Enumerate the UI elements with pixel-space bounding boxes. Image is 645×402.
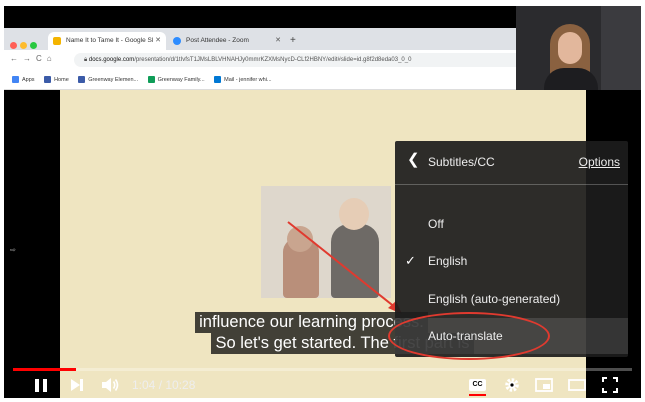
menu-header: ❮ Subtitles/CC Options: [395, 141, 628, 185]
subtitle-option-off[interactable]: Off: [395, 206, 628, 242]
pause-icon[interactable]: [28, 372, 54, 398]
settings-gear-icon[interactable]: [502, 372, 522, 398]
annotation-oval: [388, 312, 550, 360]
options-link[interactable]: Options: [579, 155, 620, 169]
subtitle-option-english-auto[interactable]: English (auto-generated): [395, 281, 628, 317]
video-player[interactable]: Name It to Tame It - Google Sl ✕ Post At…: [4, 6, 641, 398]
cc-active-indicator: [469, 394, 486, 396]
check-icon: ✓: [405, 253, 416, 268]
option-label: English: [428, 254, 468, 268]
next-icon[interactable]: [66, 372, 88, 398]
cc-icon: CC: [469, 379, 486, 391]
fullscreen-icon[interactable]: [599, 372, 621, 398]
progress-fill: [13, 368, 77, 371]
miniplayer-icon[interactable]: [533, 372, 555, 398]
option-label: Off: [428, 217, 444, 231]
option-label: English (auto-generated): [428, 292, 561, 306]
subtitle-option-english[interactable]: ✓ English: [395, 243, 628, 279]
control-bar: 1:04 / 10:28 CC: [4, 372, 641, 398]
back-chevron-icon[interactable]: ❮: [407, 150, 420, 168]
theater-mode-icon[interactable]: [566, 372, 588, 398]
menu-title[interactable]: Subtitles/CC: [428, 155, 495, 169]
time-display: 1:04 / 10:28: [132, 378, 196, 392]
progress-bar[interactable]: [13, 368, 632, 371]
volume-icon[interactable]: [98, 372, 122, 398]
